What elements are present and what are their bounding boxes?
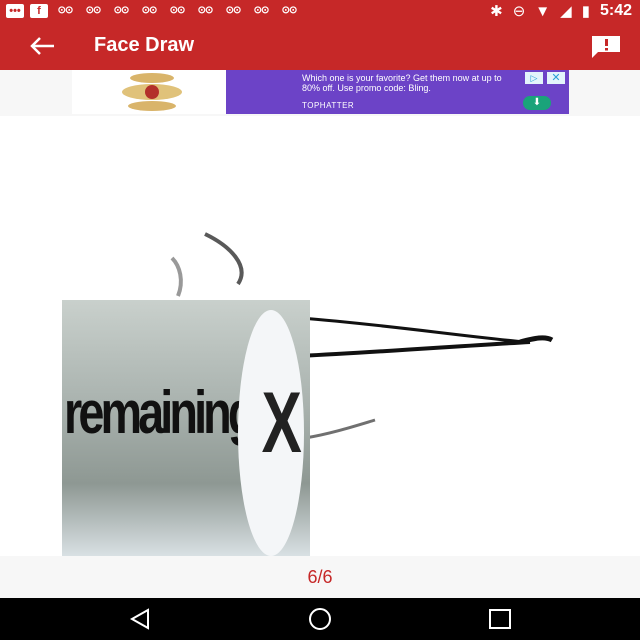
home-circle-icon xyxy=(309,608,331,630)
report-button[interactable] xyxy=(586,32,626,60)
system-nav-bar xyxy=(0,598,640,640)
voicemail-icon: ⊙⊙ xyxy=(197,5,214,16)
nav-home-button[interactable] xyxy=(300,606,340,632)
wifi-icon: ▼ xyxy=(535,2,551,20)
overlay-close-glyph[interactable]: X xyxy=(262,378,302,468)
arrow-left-icon xyxy=(30,37,54,55)
download-icon[interactable]: ⬇ xyxy=(523,96,551,110)
voicemail-icon: ⊙⊙ xyxy=(57,5,74,16)
voicemail-icon: ⊙⊙ xyxy=(113,5,130,16)
voicemail-icon: ⊙⊙ xyxy=(169,5,186,16)
ad-close-icon[interactable]: ✕ xyxy=(547,72,565,84)
do-not-disturb-icon: ⊖ xyxy=(512,3,526,20)
overlay-word: remaining xyxy=(64,379,256,446)
ad-text: Which one is your favorite? Get them now… xyxy=(302,73,502,93)
ad-banner[interactable]: Which one is your favorite? Get them now… xyxy=(72,70,569,114)
notification-icons: ••• f ⊙⊙ ⊙⊙ ⊙⊙ ⊙⊙ ⊙⊙ ⊙⊙ ⊙⊙ ⊙⊙ ⊙⊙ xyxy=(6,3,300,19)
page-indicator: 6/6 xyxy=(0,556,640,598)
nav-back-button[interactable] xyxy=(120,606,160,632)
jewelry-image xyxy=(122,73,182,111)
drawing-canvas[interactable]: remaining X xyxy=(0,116,640,562)
ad-brand: TOPHATTER xyxy=(302,101,355,110)
signal-icon: ◢ xyxy=(560,3,572,20)
ad-banner-area: Which one is your favorite? Get them now… xyxy=(0,70,640,116)
chat-icon: ••• xyxy=(6,4,24,18)
status-time: 5:42 xyxy=(599,2,632,19)
ad-content[interactable]: Which one is your favorite? Get them now… xyxy=(226,70,569,114)
feedback-icon xyxy=(592,36,620,58)
app-bar: Face Draw xyxy=(0,22,640,70)
voicemail-icon: ⊙⊙ xyxy=(85,5,102,16)
voicemail-icon: ⊙⊙ xyxy=(253,5,270,16)
back-button[interactable] xyxy=(22,30,62,62)
ad-choices-icon[interactable]: ▷ xyxy=(525,72,543,84)
voicemail-icon: ⊙⊙ xyxy=(281,5,298,16)
back-triangle-icon xyxy=(129,608,149,630)
recents-square-icon xyxy=(489,609,511,629)
system-icons: ✱ ⊖ ▼ ◢ ▮ 5:42 xyxy=(490,2,632,20)
nav-recents-button[interactable] xyxy=(480,606,520,632)
battery-charging-icon: ▮ xyxy=(581,3,590,20)
page-title: Face Draw xyxy=(94,34,195,56)
status-bar: ••• f ⊙⊙ ⊙⊙ ⊙⊙ ⊙⊙ ⊙⊙ ⊙⊙ ⊙⊙ ⊙⊙ ⊙⊙ ✱ ⊖ ▼ ◢… xyxy=(0,0,640,22)
ad-product-image[interactable] xyxy=(72,70,226,114)
facebook-icon: f xyxy=(30,4,48,18)
voicemail-icon: ⊙⊙ xyxy=(141,5,158,16)
remaining-overlay-image[interactable]: remaining X xyxy=(62,300,310,562)
bluetooth-icon: ✱ xyxy=(490,3,503,20)
voicemail-icon: ⊙⊙ xyxy=(225,5,242,16)
